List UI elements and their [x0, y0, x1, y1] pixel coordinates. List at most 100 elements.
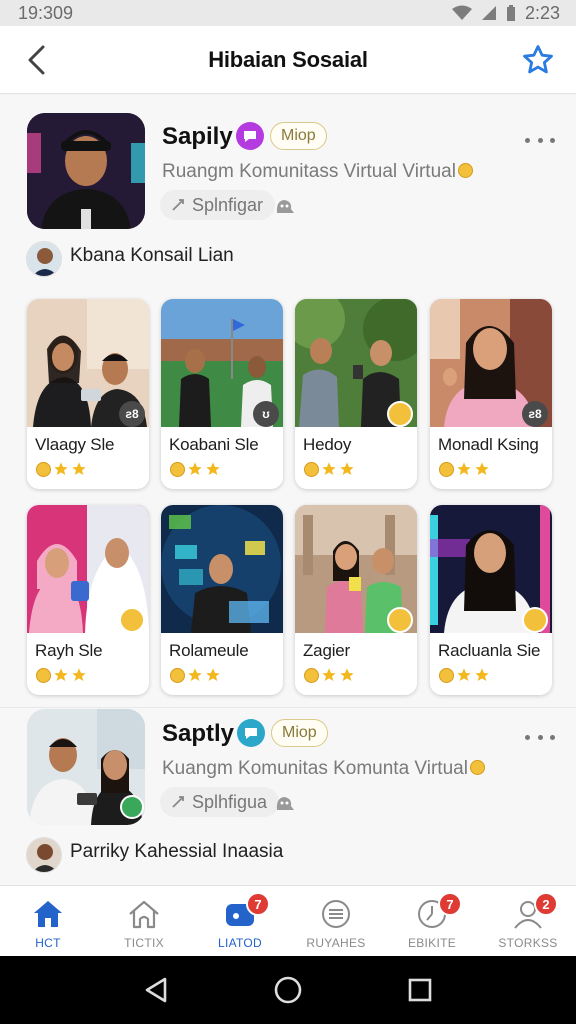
notification-badge: 7 [246, 892, 270, 916]
card-rating [34, 461, 87, 477]
nav-label: TICTIX [124, 936, 164, 950]
wifi-icon [451, 5, 472, 20]
card-rating [437, 667, 490, 683]
star-rating-icon [340, 668, 354, 681]
group-avatar-image [27, 113, 145, 229]
status-right-text: 2:23 [524, 2, 560, 23]
card-badge: ʊ [253, 401, 279, 427]
card-thumbnail [161, 505, 283, 633]
nav-label: STORKSS [498, 936, 558, 950]
star-rating-icon [54, 462, 68, 475]
home-icon [30, 898, 66, 930]
star-rating-icon [54, 668, 68, 681]
more-options-button[interactable] [525, 727, 555, 747]
coin-icon [304, 461, 319, 477]
verified-badge-icon [236, 122, 264, 150]
group-name[interactable]: Sapily [162, 123, 233, 151]
star-rating-icon [188, 462, 202, 475]
member-card[interactable]: ƨ8 Vlaagy Sle [27, 299, 149, 489]
group-tag-label: Splnfigar [192, 194, 264, 215]
group-tag-chip[interactable]: Splnfigar [160, 190, 276, 220]
system-recents-button[interactable] [400, 970, 440, 1010]
nav-tab-3[interactable]: 7 LIATOD [192, 886, 288, 956]
card-name: Rayh Sle [35, 641, 103, 660]
coin-icon [439, 667, 454, 683]
card-name: Racluanla Sie [438, 641, 541, 660]
house-outline-icon [126, 898, 162, 930]
card-name: Monadl Ksing [438, 435, 539, 454]
member-card[interactable]: ʊ Koabani Sle [161, 299, 283, 489]
card-badge: ƨ8 [522, 401, 548, 427]
emoji-icon[interactable] [273, 792, 295, 814]
star-rating-icon [72, 462, 86, 475]
more-options-button[interactable] [525, 130, 555, 150]
card-rating [437, 461, 490, 477]
group-name[interactable]: Saptly [162, 720, 234, 748]
group-tag-label: Splhfigua [192, 791, 268, 812]
coin-icon [36, 461, 51, 477]
nav-label: EBIKITE [407, 936, 457, 950]
system-back-button[interactable] [136, 970, 176, 1010]
nav-tab-5[interactable]: 7 EBIKITE [384, 886, 480, 956]
group-avatar[interactable] [27, 113, 145, 229]
coin-icon [439, 461, 454, 477]
card-name: Koabani Sle [169, 435, 259, 454]
clock-icon: 7 [414, 892, 462, 930]
emoji-icon[interactable] [273, 195, 295, 217]
coin-icon [170, 461, 185, 477]
card-name: Rolameule [169, 641, 249, 660]
card-rating [34, 667, 87, 683]
card-rating [302, 461, 355, 477]
system-home-button[interactable] [268, 970, 308, 1010]
nav-tab-home[interactable]: HCT [0, 886, 96, 956]
card-rating [168, 461, 221, 477]
nav-tab-4[interactable]: RUYAHES [288, 886, 384, 956]
star-rating-icon [457, 462, 471, 475]
page-title: Hibaian Sosaial [208, 46, 368, 72]
nav-tab-6[interactable]: 2 STORKSS [480, 886, 576, 956]
status-bar: 19:309 2:23 [0, 0, 576, 26]
card-rating [302, 667, 355, 683]
group-tag-chip[interactable]: Splhfigua [160, 787, 280, 817]
top-app-bar: Hibaian Sosaial [0, 26, 576, 94]
group-feed[interactable]: Sapily Miop Ruangm Komunitass Virtual Vi… [0, 95, 576, 885]
card-name: Zagier [303, 641, 350, 660]
notification-badge: 2 [534, 892, 558, 916]
system-navigation-bar [0, 956, 576, 1024]
group-pill: Miop [271, 719, 328, 747]
owner-name[interactable]: Parriky Kahessial Inaasia [70, 841, 283, 863]
favorite-button[interactable] [520, 42, 556, 78]
back-arrow-icon [28, 45, 45, 75]
coin-icon [304, 667, 319, 683]
status-time: 19:309 [18, 2, 74, 23]
owner-name[interactable]: Kbana Konsail Lian [70, 245, 234, 267]
card-badge [119, 607, 145, 633]
member-card[interactable]: Rolameule [161, 505, 283, 695]
online-badge-icon [120, 795, 144, 819]
nav-tab-2[interactable]: TICTIX [96, 886, 192, 956]
star-rating-icon [340, 462, 354, 475]
owner-avatar[interactable] [26, 837, 62, 873]
member-card[interactable]: Zagier [295, 505, 417, 695]
star-rating-icon [475, 462, 489, 475]
link-icon [172, 199, 184, 211]
card-badge [387, 401, 413, 427]
card-badge: ƨ8 [119, 401, 145, 427]
list-icon [318, 898, 354, 930]
member-card[interactable]: Rayh Sle [27, 505, 149, 695]
back-button[interactable] [22, 44, 52, 76]
circle-home-icon [274, 976, 302, 1004]
chat-icon: 7 [222, 892, 270, 930]
card-name: Hedoy [303, 435, 352, 454]
member-card[interactable]: ƨ8 Monadl Ksing [430, 299, 552, 489]
square-recents-icon [408, 978, 432, 1002]
card-badge [522, 607, 548, 633]
status-icons: 2:23 [451, 3, 560, 24]
owner-avatar[interactable] [26, 241, 62, 277]
nav-label: LIATOD [217, 936, 263, 950]
member-card[interactable]: Hedoy [295, 299, 417, 489]
group-description: Kuangm Komunitas Komunta Virtual [162, 758, 485, 780]
battery-icon [506, 5, 515, 21]
coin-icon [457, 163, 473, 178]
member-card[interactable]: Racluanla Sie [430, 505, 552, 695]
